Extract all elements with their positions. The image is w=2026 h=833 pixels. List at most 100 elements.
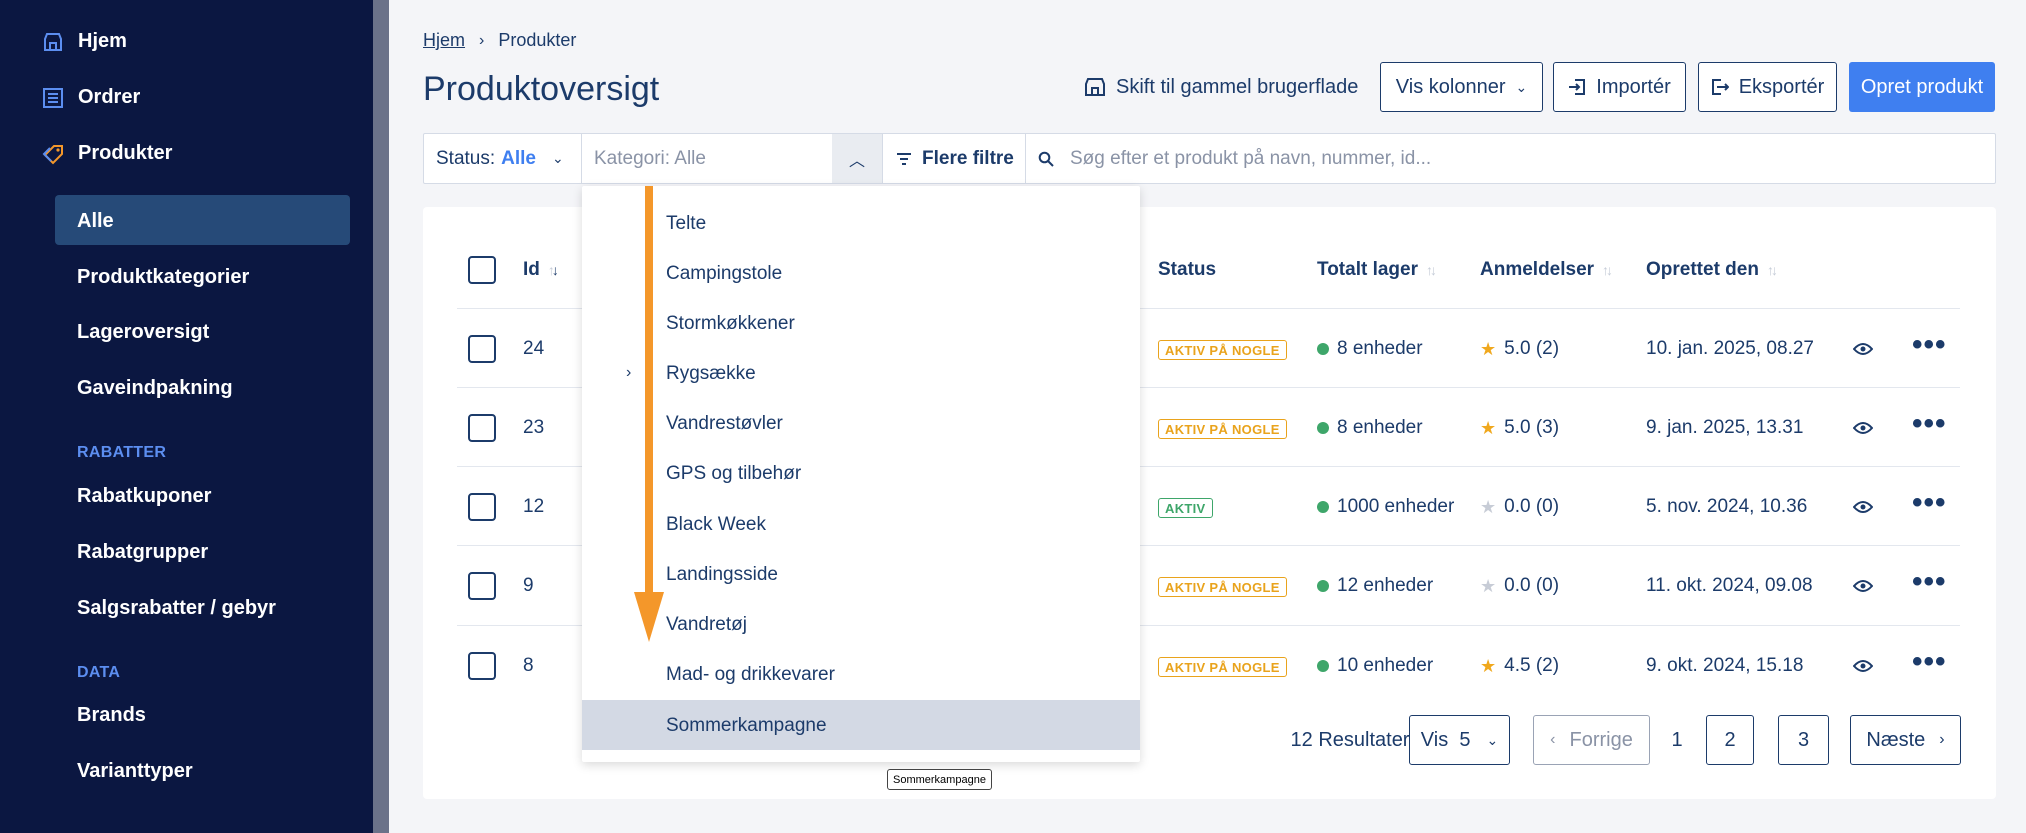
column-header-created[interactable]: Oprettet den ↑↓ (1646, 259, 1778, 281)
sidebar-item-salgsrabatter[interactable]: Salgsrabatter / gebyr (77, 597, 276, 620)
sidebar-item-rabatkuponer[interactable]: Rabatkuponer (77, 485, 211, 508)
rating-cell: ★ 5.0 (2) (1480, 338, 1559, 360)
row-id[interactable]: 24 (523, 338, 544, 360)
rating-value: 5.0 (3) (1504, 417, 1560, 438)
star-icon: ★ (1480, 338, 1497, 359)
chevron-left-icon: ‹ (1550, 731, 1556, 748)
stock-cell: 1000 enheder (1317, 496, 1454, 518)
next-page-button[interactable]: Næste › (1850, 715, 1961, 765)
sidebar-item-produktkategorier[interactable]: Produktkategorier (77, 266, 249, 289)
chevron-right-icon: › (479, 31, 485, 49)
eye-icon[interactable] (1853, 659, 1873, 673)
row-checkbox[interactable] (468, 652, 496, 680)
rating-value: 4.5 (2) (1504, 655, 1560, 676)
column-header-stock-label: Totalt lager (1317, 259, 1418, 280)
row-id[interactable]: 12 (523, 496, 544, 518)
page-button-3[interactable]: 3 (1778, 715, 1829, 765)
category-filter-input[interactable]: Kategori: Alle (594, 134, 814, 183)
sort-icon: ↑↓ (1426, 262, 1437, 278)
status-filter[interactable]: Status: Alle ⌄ (436, 134, 564, 183)
select-all-checkbox[interactable] (468, 256, 496, 284)
more-actions-icon[interactable]: ••• (1912, 488, 1947, 518)
page-button-2[interactable]: 2 (1706, 715, 1754, 765)
sidebar-item-varianttyper[interactable]: Varianttyper (77, 760, 193, 783)
sidebar-item-rabatgrupper[interactable]: Rabatgrupper (77, 541, 208, 564)
columns-button[interactable]: Vis kolonner ⌄ (1380, 62, 1543, 112)
dropdown-item[interactable]: GPS og tilbehør (666, 463, 801, 485)
search-icon (1038, 151, 1054, 167)
eye-icon[interactable] (1853, 421, 1873, 435)
sort-icon: ↑↓ (1602, 262, 1613, 278)
stock-status-dot (1317, 660, 1329, 672)
chevron-up-icon: ︿ (848, 152, 865, 170)
column-header-stock[interactable]: Totalt lager ↑↓ (1317, 259, 1437, 281)
dropdown-item[interactable]: Campingstole (666, 263, 782, 285)
status-badge: AKTIV PÅ NOGLE (1158, 340, 1287, 360)
category-toggle-button[interactable]: ︿ (832, 134, 882, 183)
status-badge: AKTIV (1158, 498, 1213, 518)
export-button[interactable]: Eksportér (1698, 62, 1837, 112)
prev-page-button[interactable]: ‹ Forrige (1533, 715, 1650, 765)
sidebar-item-produkter[interactable]: Produkter (42, 142, 172, 165)
page-button-1[interactable]: 1 (1658, 715, 1696, 765)
created-date: 9. okt. 2024, 15.18 (1646, 655, 1804, 676)
stock-cell: 8 enheder (1317, 338, 1423, 360)
sidebar-item-ordrer[interactable]: Ordrer (42, 86, 140, 109)
sidebar-item-gaveindpakning[interactable]: Gaveindpakning (77, 377, 233, 400)
sort-icon: ↑↓ (1766, 262, 1778, 278)
search-input[interactable]: Søg efter et produkt på navn, nummer, id… (1038, 134, 1978, 183)
create-product-button[interactable]: Opret produkt (1849, 62, 1995, 112)
row-id[interactable]: 23 (523, 417, 544, 439)
sidebar (0, 0, 373, 833)
eye-icon[interactable] (1853, 579, 1873, 593)
dropdown-item[interactable]: Mad- og drikkevarer (666, 664, 835, 686)
more-actions-icon[interactable]: ••• (1912, 567, 1947, 597)
sidebar-item-label: Produkter (78, 142, 173, 164)
status-filter-value: Alle (501, 147, 537, 169)
dropdown-item[interactable]: Telte (666, 213, 706, 235)
sidebar-item-lageroversigt[interactable]: Lageroversigt (77, 321, 209, 344)
rating-value: 0.0 (0) (1504, 575, 1560, 596)
row-id[interactable]: 9 (523, 575, 534, 597)
eye-icon[interactable] (1853, 342, 1873, 356)
more-actions-icon[interactable]: ••• (1912, 330, 1947, 360)
created-date: 11. okt. 2024, 09.08 (1646, 575, 1813, 596)
sidebar-item-hjem[interactable]: Hjem (42, 30, 127, 53)
dropdown-item[interactable]: Vandrestøvler (666, 413, 783, 435)
chevron-right-icon[interactable]: › (626, 364, 631, 382)
prev-page-label: Forrige (1569, 728, 1633, 751)
column-header-reviews[interactable]: Anmeldelser ↑↓ (1480, 259, 1613, 281)
per-page-select[interactable]: Vis 5 ⌄ (1409, 715, 1510, 765)
eye-icon[interactable] (1853, 500, 1873, 514)
dropdown-item-selected[interactable]: Sommerkampagne (666, 715, 827, 737)
list-icon (43, 87, 63, 108)
row-checkbox[interactable] (468, 335, 496, 363)
more-filters-button[interactable]: Flere filtre (896, 134, 1014, 183)
row-checkbox[interactable] (468, 414, 496, 442)
row-id[interactable]: 8 (523, 655, 534, 677)
stock-value: 8 enheder (1337, 417, 1423, 438)
dropdown-item[interactable]: Rygsække (666, 363, 756, 385)
import-button[interactable]: Importér (1553, 62, 1686, 112)
sidebar-item-alle[interactable]: Alle (77, 210, 114, 233)
chevron-down-icon: ⌄ (552, 150, 564, 166)
category-filter-placeholder: Kategori: Alle (594, 147, 706, 169)
status-filter-label: Status: (436, 147, 496, 169)
dropdown-item[interactable]: Black Week (666, 514, 766, 536)
legacy-ui-button[interactable]: Skift til gammel brugerflade (1084, 62, 1358, 112)
row-checkbox[interactable] (468, 493, 496, 521)
breadcrumb-home-link[interactable]: Hjem (423, 30, 465, 51)
row-checkbox[interactable] (468, 572, 496, 600)
sidebar-item-brands[interactable]: Brands (77, 704, 146, 727)
dropdown-item[interactable]: Vandretøj (666, 614, 747, 636)
column-header-id[interactable]: Id ↑↓ (523, 259, 559, 281)
more-actions-icon[interactable]: ••• (1912, 647, 1947, 677)
stock-cell: 12 enheder (1317, 575, 1433, 597)
next-page-label: Næste (1866, 728, 1926, 751)
dropdown-item[interactable]: Stormkøkkener (666, 313, 795, 335)
rating-value: 0.0 (0) (1504, 496, 1560, 517)
filter-bar: Status: Alle ⌄ Kategori: Alle ︿ Flere fi… (423, 133, 1996, 184)
dropdown-item[interactable]: Landingsside (666, 564, 778, 586)
legacy-ui-label: Skift til gammel brugerflade (1116, 75, 1359, 98)
more-actions-icon[interactable]: ••• (1912, 409, 1947, 439)
